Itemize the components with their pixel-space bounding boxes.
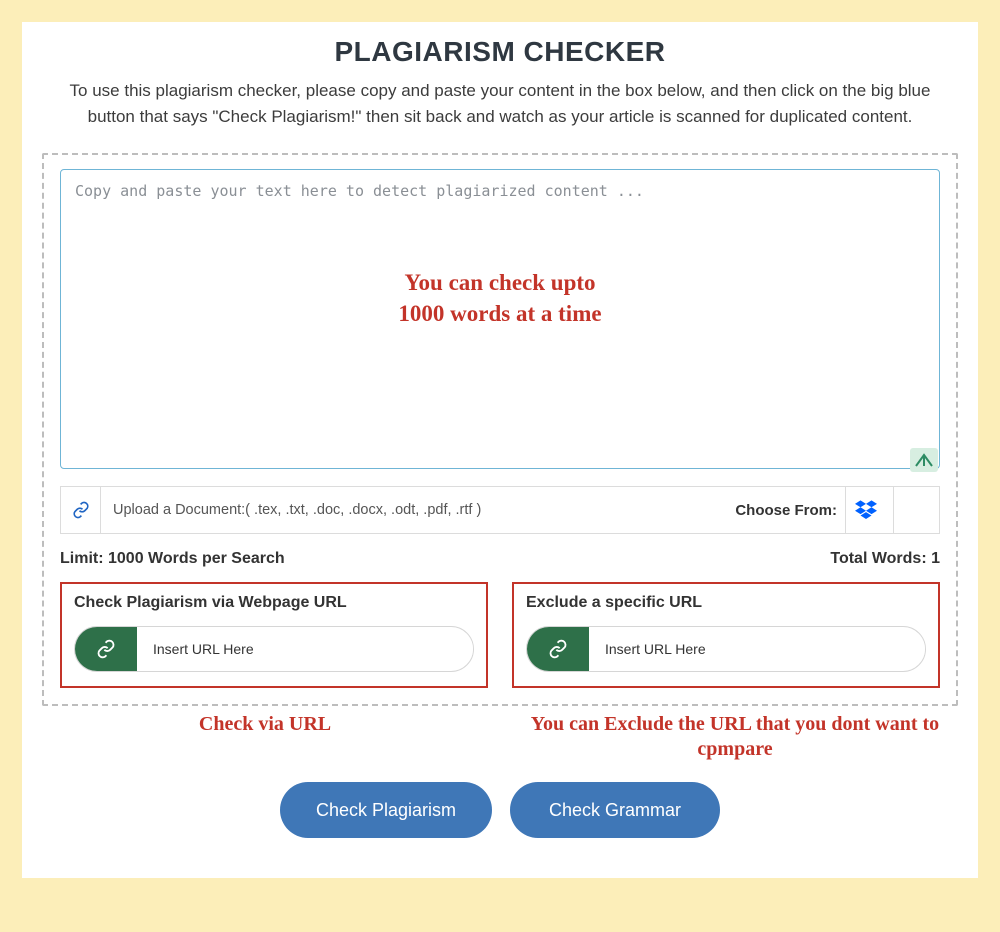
url-check-input-wrap — [74, 626, 474, 672]
input-panel: You can check upto 1000 words at a time … — [42, 153, 958, 706]
check-grammar-button[interactable]: Check Grammar — [510, 782, 720, 838]
url-check-title: Check Plagiarism via Webpage URL — [74, 594, 474, 612]
choose-from-group: Choose From: — [735, 487, 939, 533]
page-subtitle: To use this plagiarism checker, please c… — [42, 78, 958, 129]
url-check-input[interactable] — [137, 641, 473, 657]
dropbox-icon[interactable] — [845, 487, 885, 533]
url-exclude-input-wrap — [526, 626, 926, 672]
url-row: Check Plagiarism via Webpage URL Exclude… — [60, 582, 940, 688]
check-plagiarism-button[interactable]: Check Plagiarism — [280, 782, 492, 838]
annotation-row: Check via URL You can Exclude the URL th… — [42, 712, 958, 762]
button-row: Check Plagiarism Check Grammar — [42, 782, 958, 838]
upload-label[interactable]: Upload a Document:( .tex, .txt, .doc, .d… — [101, 487, 735, 533]
choose-from-label: Choose From: — [735, 502, 837, 519]
link-icon — [75, 627, 137, 671]
limits-row: Limit: 1000 Words per Search Total Words… — [60, 550, 940, 568]
resize-handle-icon[interactable] — [910, 448, 938, 472]
limit-left: Limit: 1000 Words per Search — [60, 550, 285, 568]
annotation-check-via-url: Check via URL — [42, 712, 488, 762]
total-words: Total Words: 1 — [830, 550, 940, 568]
upload-row: Upload a Document:( .tex, .txt, .doc, .d… — [60, 486, 940, 534]
app-card: PLAGIARISM CHECKER To use this plagiaris… — [22, 22, 978, 878]
link-icon — [527, 627, 589, 671]
annotation-exclude-url: You can Exclude the URL that you dont wa… — [512, 712, 958, 762]
textarea-wrap: You can check upto 1000 words at a time — [60, 169, 940, 474]
url-exclude-title: Exclude a specific URL — [526, 594, 926, 612]
drive-slot-empty[interactable] — [893, 487, 933, 533]
url-box-exclude: Exclude a specific URL — [512, 582, 940, 688]
link-icon[interactable] — [61, 487, 101, 533]
content-textarea[interactable] — [60, 169, 940, 469]
page-title: PLAGIARISM CHECKER — [42, 36, 958, 68]
url-box-check: Check Plagiarism via Webpage URL — [60, 582, 488, 688]
url-exclude-input[interactable] — [589, 641, 925, 657]
